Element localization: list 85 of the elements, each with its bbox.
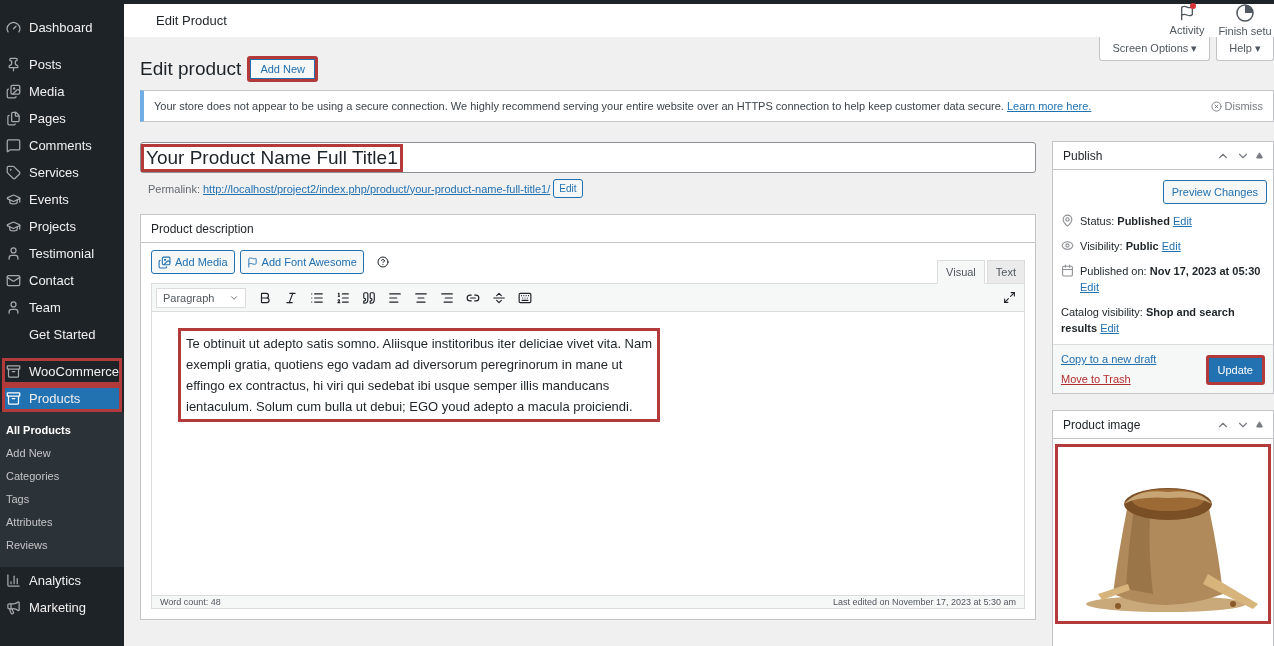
copy-draft-link[interactable]: Copy to a new draft xyxy=(1061,353,1157,365)
sidebar-item[interactable]: Pages xyxy=(2,105,122,132)
sidebar-item[interactable]: WooCommerce xyxy=(2,358,122,385)
calendar-icon xyxy=(1061,264,1074,277)
panel-title: Product image xyxy=(1063,417,1141,432)
sidebar-item[interactable]: Comments xyxy=(2,132,122,159)
close-icon xyxy=(1210,100,1222,112)
word-count: Word count: 48 xyxy=(160,596,221,608)
box-icon xyxy=(6,391,21,406)
flag-icon xyxy=(246,256,258,268)
panel-title: Publish xyxy=(1063,148,1103,163)
sidebar-item[interactable]: Marketing xyxy=(2,594,122,621)
help-icon[interactable] xyxy=(376,256,389,268)
publish-detail: Published on: Nov 17, 2023 at 05:30 Edit xyxy=(1080,264,1262,295)
sidebar-item[interactable]: Testimonial xyxy=(2,240,122,267)
update-button[interactable]: Update xyxy=(1205,355,1265,385)
permalink-link[interactable]: http://localhost/project2/index.php/product/your-product-name-full-title1/ xyxy=(202,182,551,195)
flag-icon xyxy=(1179,5,1195,21)
editor-tab[interactable]: Visual xyxy=(937,260,985,284)
header-action[interactable]: Finish setu xyxy=(1216,4,1274,37)
page-header-title: Edit Product xyxy=(156,13,228,28)
sidebar-item[interactable]: Posts xyxy=(2,51,122,78)
header-action[interactable]: Activity xyxy=(1158,5,1216,36)
notice-text: Your store does not appear to be using a secure connection. We highly recommend serving your entire website over an HTTPS connection to help keep customer data secure. Learn more here. xyxy=(154,100,1093,112)
mail-icon xyxy=(6,273,21,288)
pin-icon xyxy=(1061,214,1074,227)
learn-more-link[interactable]: Learn more here. xyxy=(1007,100,1092,112)
media-icon xyxy=(158,255,171,269)
collapse-icon[interactable] xyxy=(1256,421,1263,428)
screen-tab[interactable]: Help ▾ xyxy=(1216,37,1274,61)
screen-tab[interactable]: Screen Options ▾ xyxy=(1099,37,1211,61)
megaphone-icon xyxy=(6,600,21,615)
sidebar-item[interactable]: Contact xyxy=(2,267,122,294)
sidebar-item[interactable]: Dashboard xyxy=(2,14,122,41)
submenu-item[interactable]: Attributes xyxy=(0,511,124,534)
format-dropdown[interactable]: Paragraph xyxy=(156,287,246,308)
tag-icon xyxy=(6,165,21,180)
media-button[interactable]: Add Media xyxy=(151,250,235,274)
page-title: Edit product xyxy=(140,58,242,80)
edit-permalink-button[interactable]: Edit xyxy=(553,179,583,198)
progress-circle-icon xyxy=(1236,4,1254,22)
add-new-button[interactable]: Add New xyxy=(247,56,319,82)
panel-title: Product description xyxy=(151,221,254,236)
comment-icon xyxy=(6,138,21,153)
submenu-item[interactable]: All Products xyxy=(0,419,124,442)
edit-link[interactable]: Edit xyxy=(1080,281,1099,293)
submenu-item[interactable]: Categories xyxy=(0,465,124,488)
bar-chart-icon xyxy=(6,573,21,588)
dashboard-icon xyxy=(6,20,21,35)
publish-detail: Catalog visibility: Shop and search results Edit xyxy=(1061,305,1236,336)
trash-link[interactable]: Move to Trash xyxy=(1061,373,1157,385)
person-icon xyxy=(6,300,21,315)
sidebar-item[interactable]: Get Started xyxy=(2,321,122,348)
edit-link[interactable]: Edit xyxy=(1100,322,1120,334)
title-value: Your Product Name Full Title1 xyxy=(141,143,403,172)
title-field[interactable]: Your Product Name Full Title1 xyxy=(140,142,1036,173)
sidebar-item[interactable]: Products xyxy=(2,385,122,412)
sidebar-item[interactable]: Analytics xyxy=(2,567,122,594)
edit-link[interactable]: Edit xyxy=(1161,240,1181,252)
person-icon xyxy=(6,246,21,261)
editor-tab[interactable]: Text xyxy=(986,260,1025,284)
last-edited: Last edited on November 17, 2023 at 5:30 am xyxy=(832,596,1016,608)
pages-icon xyxy=(6,111,21,126)
mortarboard-icon xyxy=(6,192,21,207)
preview-button[interactable]: Preview Changes xyxy=(1162,180,1267,204)
sidebar-item[interactable]: Services xyxy=(2,159,122,186)
dismiss-button[interactable]: Dismiss xyxy=(1210,100,1263,112)
sidebar-item[interactable]: Media xyxy=(2,78,122,105)
publish-detail: Status: Published Edit xyxy=(1080,214,1192,229)
edit-link[interactable]: Edit xyxy=(1172,215,1192,227)
publish-detail: Visibility: Public Edit xyxy=(1080,239,1181,254)
sidebar-item[interactable]: Events xyxy=(2,186,122,213)
sidebar-item[interactable]: Projects xyxy=(2,213,122,240)
media-button[interactable]: Add Font Awesome xyxy=(239,250,364,274)
media-icon xyxy=(6,84,21,99)
submenu-item[interactable]: Add New xyxy=(0,442,124,465)
sidebar-item[interactable]: Team xyxy=(2,294,122,321)
description-text: Te obtinuit ut adepto satis somno. Aliisque institoribus iter deliciae vivet vita. Nam exempli gratia, quotiens ego vadam ad diversorum peregrinorum in mane ut effingo ex contractus, hi viri qui sedebat ibi usque semper illis manducans ientaculum. Solum cum bulla ut debui; EGO youd adepto a macula proiciendi. xyxy=(178,328,660,422)
pin-icon xyxy=(6,57,21,72)
permalink-label: Permalink: xyxy=(148,182,200,195)
mortarboard-icon xyxy=(6,219,21,234)
submenu-item[interactable]: Reviews xyxy=(0,534,124,557)
eye-icon xyxy=(1061,239,1074,252)
submenu-item[interactable]: Tags xyxy=(0,488,124,511)
collapse-icon[interactable] xyxy=(1256,152,1263,159)
